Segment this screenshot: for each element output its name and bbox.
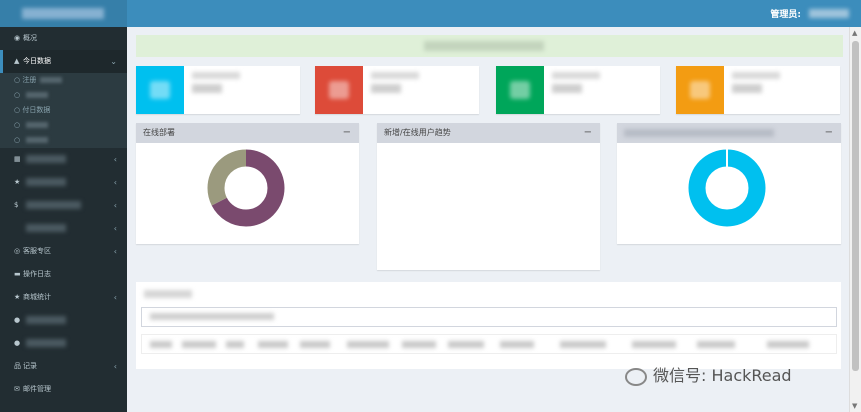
bell-icon: ▲ [14, 57, 20, 65]
sidebar-item-calendar[interactable]: ▦ ‹ [0, 148, 127, 171]
main-content: 在线部署 − 新增/在线用户趋势 − − [127, 27, 849, 412]
sidebar-item-dollar[interactable]: $ ‹ [0, 194, 127, 217]
top-navbar: 管理员: [0, 0, 861, 27]
chevron-left-icon: ‹ [113, 155, 117, 164]
third-chart-box: − [617, 123, 841, 244]
data-panel [136, 282, 841, 369]
sidebar-item-mall-stats[interactable]: ★ 商城统计 ‹ [0, 286, 127, 309]
chevron-left-icon: ‹ [113, 178, 117, 187]
box-header: 在线部署 − [136, 123, 359, 143]
submenu-label: 注册 [22, 76, 37, 84]
sidebar-item-mail[interactable]: ✉ 邮件管理 [0, 378, 127, 401]
sidebar-item-label: 概况 [23, 34, 37, 42]
info-box [676, 66, 840, 114]
chevron-left-icon: ‹ [113, 247, 117, 256]
star-icon: ★ [14, 178, 21, 186]
watermark-text: 微信号: HackRead [653, 366, 792, 385]
sidebar-item-label: 今日数据 [23, 57, 51, 65]
admin-label: 管理员: [770, 10, 801, 20]
sidebar-item-overview[interactable]: ◉ 概况 [0, 27, 127, 50]
info-box-icon [315, 66, 363, 114]
box-title: 新增/在线用户趋势 [384, 128, 451, 137]
logo[interactable] [0, 0, 127, 27]
info-box-icon [136, 66, 184, 114]
sidebar-item-label: 邮件管理 [23, 385, 51, 393]
sidebar-item-operation-log[interactable]: ▬ 操作日志 [0, 263, 127, 286]
sidebar-item-user[interactable]: ● [0, 309, 127, 332]
info-box [496, 66, 660, 114]
donut-chart [688, 149, 766, 227]
chevron-down-icon: ⌄ [110, 57, 117, 66]
submenu-item[interactable]: ○ [0, 118, 127, 133]
submenu-item[interactable]: ○ [0, 88, 127, 103]
sidebar-submenu: ○ 注册 ○ ○ 付日数据 ○ ○ [0, 73, 127, 148]
sidebar-item-star[interactable]: ★ ‹ [0, 171, 127, 194]
submenu-item[interactable]: ○ 注册 [0, 73, 127, 88]
minimize-button[interactable]: − [343, 123, 351, 143]
box-title: 在线部署 [143, 128, 175, 137]
envelope-icon: ✉ [14, 385, 20, 393]
sidebar-item-label: 操作日志 [23, 270, 51, 278]
wechat-watermark: 微信号: HackRead [625, 362, 792, 386]
notice-alert [136, 35, 843, 57]
sidebar-item-records[interactable]: 品记录 ‹ [0, 355, 127, 378]
chevron-left-icon: ‹ [113, 362, 117, 371]
chevron-left-icon: ‹ [113, 224, 117, 233]
submenu-item[interactable]: ○ 付日数据 [0, 103, 127, 118]
star-icon: ★ [14, 293, 21, 301]
box-header: − [617, 123, 841, 143]
submenu-label: 付日数据 [22, 106, 51, 114]
user-icon: ● [14, 316, 21, 324]
info-box [315, 66, 479, 114]
table-header-row [141, 334, 837, 354]
scroll-up-icon[interactable]: ▲ [852, 29, 857, 37]
info-box [136, 66, 300, 114]
box-header: 新增/在线用户趋势 − [377, 123, 600, 143]
chevron-left-icon: ‹ [113, 201, 117, 210]
sidebar-item-today-data[interactable]: ▲ 今日数据 ⌄ [0, 50, 127, 73]
dollar-icon: $ [14, 201, 19, 209]
admin-name[interactable] [809, 9, 849, 18]
search-input[interactable] [141, 307, 837, 327]
vertical-scrollbar[interactable]: ▲ ▼ [849, 27, 861, 412]
sidebar-item-user[interactable]: ● [0, 332, 127, 355]
sidebar-item-customer-service[interactable]: ◎ 客服专区 ‹ [0, 240, 127, 263]
sitemap-icon: 品 [14, 362, 21, 370]
headset-icon: ◎ [14, 247, 21, 255]
info-box-icon [676, 66, 724, 114]
chevron-left-icon: ‹ [113, 293, 117, 302]
submenu-item[interactable]: ○ [0, 133, 127, 148]
scroll-thumb[interactable] [852, 41, 859, 371]
new-online-trend-box: 新增/在线用户趋势 − [377, 123, 600, 270]
scroll-down-icon[interactable]: ▼ [852, 402, 857, 410]
sidebar-item-label: 客服专区 [23, 247, 51, 255]
sidebar-item-label: 商城统计 [23, 293, 51, 301]
sidebar-item-label: 记录 [23, 362, 37, 370]
sidebar-item-blank[interactable]: ‹ [0, 217, 127, 240]
user-icon: ● [14, 339, 21, 347]
info-box-icon [496, 66, 544, 114]
calendar-icon: ▦ [14, 155, 21, 163]
minimize-button[interactable]: − [584, 123, 592, 143]
donut-chart [207, 149, 285, 227]
dashboard-icon: ◉ [14, 34, 21, 42]
wechat-icon [625, 367, 647, 386]
online-deploy-box: 在线部署 − [136, 123, 359, 244]
sidebar: ◉ 概况 ▲ 今日数据 ⌄ ○ 注册 ○ ○ 付日数据 ○ ○ ▦ ‹ ★ ‹ $ ‹ ‹ … [0, 27, 127, 412]
minimize-button[interactable]: − [825, 123, 833, 143]
folder-icon: ▬ [14, 270, 21, 278]
